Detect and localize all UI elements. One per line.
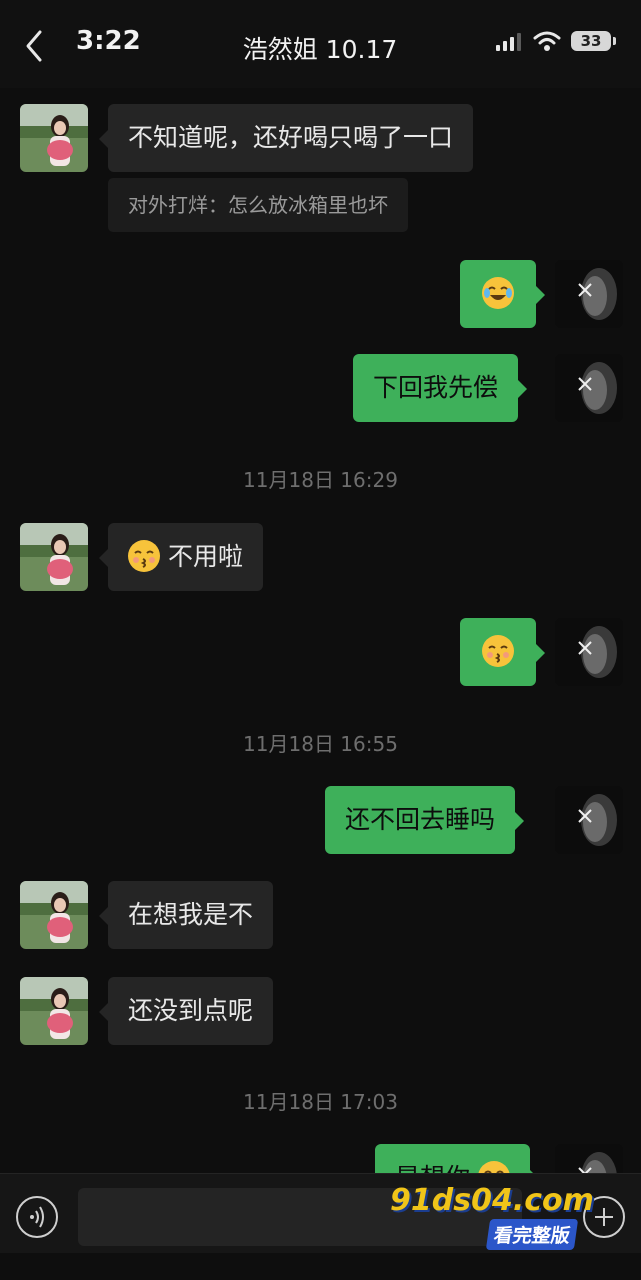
face-with-tears-of-joy-icon (477, 1161, 510, 1173)
message-text: 不用啦 (167, 542, 243, 571)
signal-icon (496, 33, 521, 51)
timestamp: 11月18日 16:29 (243, 468, 398, 492)
outgoing-message[interactable]: 是想你 (375, 1144, 539, 1173)
watermark-url: 91ds04.com (390, 1183, 594, 1218)
quoted-reply[interactable]: 对外打烊：怎么放冰箱里也坏 (108, 178, 408, 232)
my-avatar[interactable] (555, 618, 623, 686)
status-time: 3:22 (76, 26, 141, 56)
voice-icon (30, 1206, 44, 1228)
timestamp: 11月18日 16:55 (243, 732, 398, 756)
back-button[interactable] (18, 26, 52, 66)
chevron-left-icon (26, 30, 42, 62)
incoming-message[interactable]: 不知道呢，还好喝只喝了一口 (98, 104, 474, 172)
contact-avatar[interactable] (20, 881, 88, 949)
message-text: 还不回去睡吗 (345, 805, 496, 834)
bottom-strip (0, 1253, 641, 1280)
quoted-reply-text: 对外打烊：怎么放冰箱里也坏 (128, 193, 388, 217)
message-text: 是想你 (395, 1163, 470, 1173)
contact-avatar[interactable] (20, 523, 88, 591)
incoming-message[interactable]: 不用啦 (99, 523, 263, 591)
kissing-face-smiling-eyes-icon (128, 540, 160, 572)
my-avatar[interactable] (555, 1144, 623, 1173)
watermark-tag: 看完整版 (485, 1219, 579, 1250)
status-icons: 33 (495, 30, 616, 52)
outgoing-message[interactable]: 下回我先偿 (353, 354, 528, 422)
my-avatar[interactable] (555, 260, 623, 328)
message-text: 下回我先偿 (373, 373, 499, 402)
chat-title[interactable]: 浩然姐 10.17 (190, 30, 450, 66)
contact-avatar[interactable] (20, 104, 88, 172)
contact-avatar-image (20, 881, 88, 949)
battery-indicator: 33 (571, 31, 616, 51)
message-text: 不知道呢，还好喝只喝了一口 (128, 123, 454, 152)
contact-avatar[interactable] (20, 977, 88, 1045)
incoming-message[interactable]: 还没到点呢 (98, 977, 274, 1045)
outgoing-message[interactable] (460, 618, 545, 686)
chat-header: 3:22 浩然姐 10.17 33 (0, 0, 641, 88)
message-list[interactable]: 不知道呢，还好喝只喝了一口 对外打烊：怎么放冰箱里也坏 下回我先偿 11月18日… (0, 88, 641, 1173)
my-avatar-image (555, 1144, 623, 1173)
my-avatar-image (555, 260, 623, 328)
contact-avatar-image (20, 977, 88, 1045)
wifi-icon (533, 31, 561, 51)
contact-avatar-image (20, 523, 88, 591)
watermark: 91ds04.com 看完整版 (390, 1183, 595, 1251)
incoming-message[interactable]: 在想我是不 (98, 881, 274, 949)
contact-avatar-image (20, 104, 88, 172)
kissing-face-smiling-eyes-icon (482, 635, 514, 667)
timestamp: 11月18日 17:03 (243, 1090, 398, 1114)
face-with-tears-of-joy-icon (482, 277, 514, 309)
my-avatar[interactable] (555, 354, 623, 422)
my-avatar-image (555, 354, 623, 422)
message-text: 还没到点呢 (128, 996, 254, 1025)
outgoing-message[interactable]: 还不回去睡吗 (325, 786, 525, 854)
voice-input-button[interactable] (16, 1196, 58, 1238)
message-text: 在想我是不 (128, 900, 254, 929)
my-avatar-image (555, 786, 623, 854)
my-avatar[interactable] (555, 786, 623, 854)
outgoing-message[interactable] (460, 260, 545, 328)
my-avatar-image (555, 618, 623, 686)
